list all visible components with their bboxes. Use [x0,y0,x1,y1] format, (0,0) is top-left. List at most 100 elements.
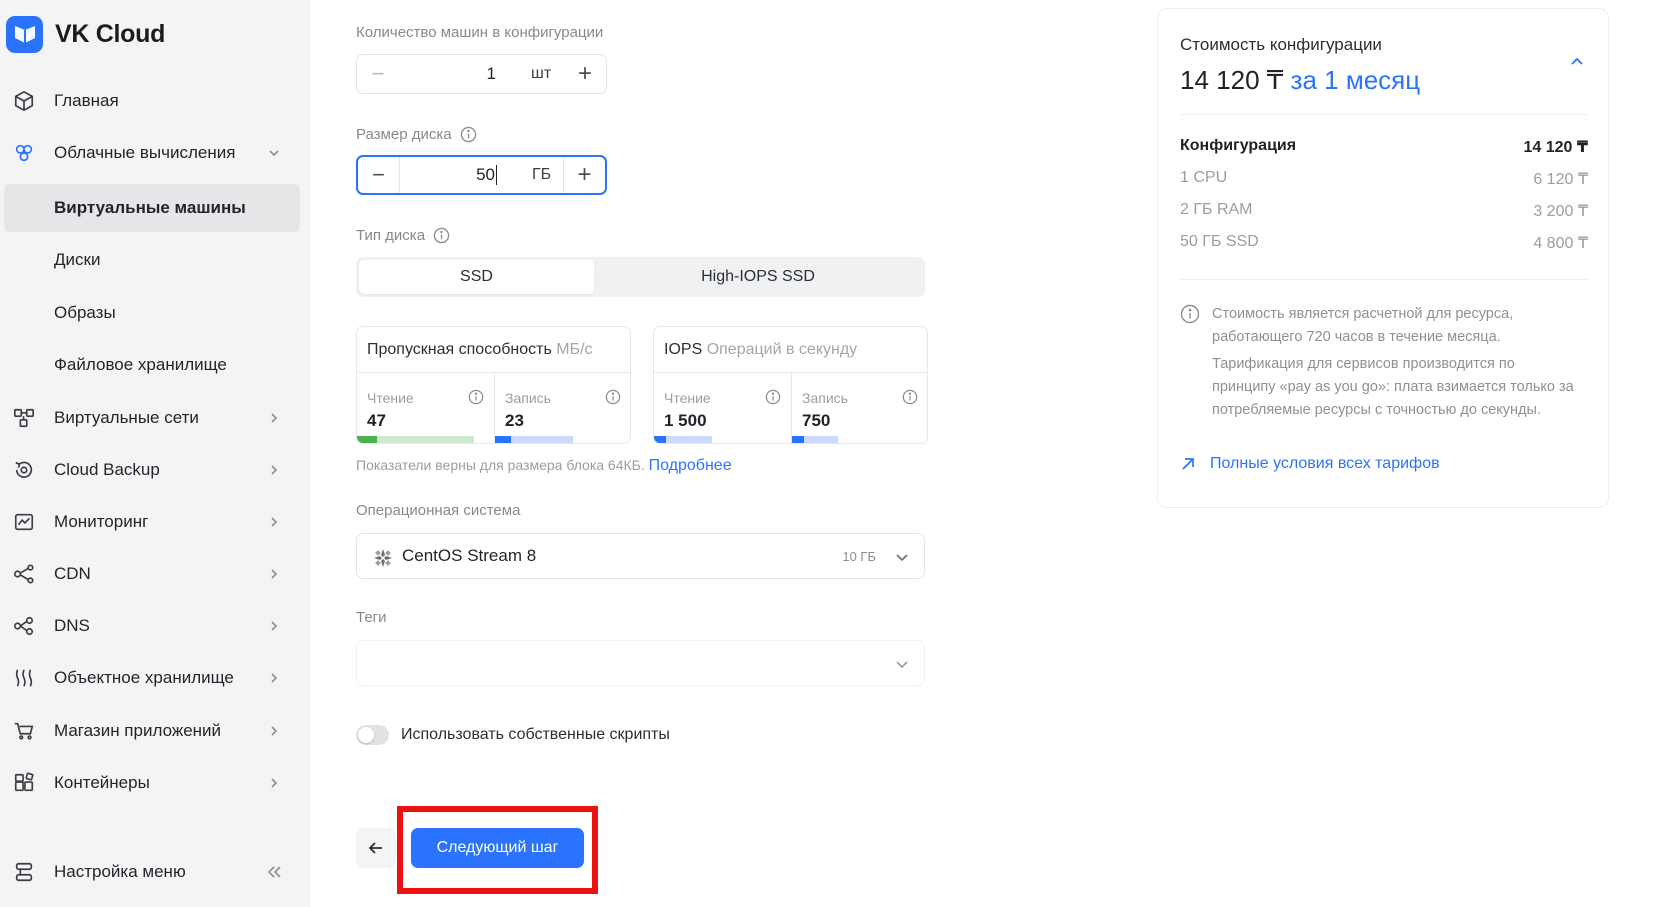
text-cursor [496,165,497,185]
object-storage-icon [13,667,35,689]
disk-type-high-iops-ssd[interactable]: High-IOPS SSD [594,260,922,294]
chevron-right-icon [266,566,282,582]
chevron-right-icon [266,775,282,791]
backup-icon [13,459,35,481]
throughput-title: Пропускная способность МБ/с [367,341,593,358]
info-icon[interactable] [902,389,918,405]
logo[interactable]: VK Cloud [6,14,165,54]
iops-card: IOPS Операций в секунду Чтение 1 500 Зап… [653,326,928,444]
sidebar-item-label: Cloud Backup [54,460,160,479]
machines-unit: шт [531,65,552,82]
sidebar-item-label: Мониторинг [54,512,149,531]
custom-scripts-toggle[interactable] [356,725,389,745]
sidebar-item-object-storage[interactable]: Объектное хранилище [0,654,300,702]
arrow-up-right-icon [1182,458,1194,470]
iops-write-value: 750 [802,411,831,430]
dns-icon [13,615,35,637]
chevron-right-icon [266,618,282,634]
increment-button[interactable]: + [563,157,605,193]
sidebar-item-app-store[interactable]: Магазин приложений [0,707,300,755]
chevron-right-icon [266,723,282,739]
os-label: Операционная система [356,502,521,519]
custom-scripts-label[interactable]: Использовать собственные скрипты [401,725,670,745]
disk-size-stepper[interactable]: − 50 ГБ + [356,155,607,195]
throughput-write: Запись 23 [494,373,630,443]
next-step-button[interactable]: Следующий шаг [411,828,584,868]
sidebar-item-virtual-networks[interactable]: Виртуальные сети [0,394,300,442]
price-info-text-1: Стоимость является расчетной для ресурса… [1212,306,1514,345]
sidebar-item-file-storage[interactable]: Файловое хранилище [0,341,300,389]
full-tariff-terms-link[interactable]: Полные условия всех тарифов [1180,455,1440,473]
sidebar-menu-settings[interactable]: Настройка меню [0,848,300,896]
increment-button[interactable]: + [564,55,606,93]
sidebar-item-label: Файловое хранилище [54,355,227,374]
decrement-button[interactable]: − [358,157,400,193]
vk-cloud-logo-icon [6,15,43,53]
machines-value[interactable]: 1 [487,55,496,93]
info-icon[interactable] [765,389,781,405]
collapse-sidebar-icon[interactable] [264,862,284,882]
back-button[interactable] [356,828,396,868]
cart-icon [13,720,35,742]
sidebar-item-label: Объектное хранилище [54,668,234,687]
sidebar-item-virtual-machines[interactable]: Виртуальные машины [4,184,300,232]
chevron-right-icon [266,670,282,686]
sidebar-item-label: Магазин приложений [54,721,222,740]
machines-stepper[interactable]: − 1 шт + [356,54,607,94]
price-period[interactable]: за 1 месяц [1291,65,1421,95]
price-row-ssd: 50 ГБ SSD 4 800 ₸ [1180,233,1588,252]
info-icon[interactable] [468,389,484,405]
cdn-icon [13,563,35,585]
price-card: Стоимость конфигурации 14 120 ₸ за 1 мес… [1157,8,1609,508]
chevron-down-icon [894,656,910,672]
price-info-text-2: Тарификация для сервисов производится по… [1212,356,1574,418]
sidebar-item-containers[interactable]: Контейнеры [0,759,300,807]
price-title: Стоимость конфигурации [1180,35,1382,54]
containers-icon [13,772,35,794]
sidebar-item-cloud-backup[interactable]: Cloud Backup [0,446,300,494]
sidebar: VK Cloud Главная Облачные вычисления Вир… [0,0,310,907]
info-icon[interactable] [460,126,477,143]
disk-size-label: Размер диска [356,126,477,143]
info-icon [1180,304,1200,324]
sidebar-item-label: DNS [54,616,90,635]
monitoring-icon [13,511,35,533]
sidebar-item-dns[interactable]: DNS [0,602,300,650]
more-info-link[interactable]: Подробнее [649,457,732,474]
info-icon[interactable] [433,227,450,244]
price-row-cpu: 1 CPU 6 120 ₸ [1180,169,1588,188]
sidebar-item-disks[interactable]: Диски [0,236,300,284]
sidebar-item-monitoring[interactable]: Мониторинг [0,498,300,546]
sidebar-item-label: Главная [54,91,119,110]
cube-icon [13,90,35,112]
os-select[interactable]: CentOS Stream 8 10 ГБ [356,533,925,579]
chevron-up-icon[interactable] [1568,53,1586,71]
sidebar-item-label: Образы [54,303,116,322]
chevron-down-icon [266,145,282,161]
cloud-compute-icon [13,142,35,164]
sidebar-item-label: Контейнеры [54,773,150,792]
sidebar-item-home[interactable]: Главная [0,77,300,125]
throughput-write-bar-fill [495,436,511,443]
sidebar-item-images[interactable]: Образы [0,289,300,337]
centos-icon [373,548,393,568]
sidebar-item-label: CDN [54,564,91,583]
decrement-button[interactable]: − [357,55,399,93]
network-icon [13,407,35,429]
info-icon[interactable] [605,389,621,405]
os-value: CentOS Stream 8 [402,546,537,565]
price-row-configuration: Конфигурация 14 120 ₸ [1180,137,1588,156]
chevron-down-icon [894,549,910,565]
iops-read-value: 1 500 [664,411,707,430]
sidebar-item-cdn[interactable]: CDN [0,550,300,598]
machines-label: Количество машин в конфигурации [356,24,604,41]
throughput-write-value: 23 [505,411,524,430]
tags-select[interactable] [356,640,925,686]
disk-size-input[interactable]: 50 [476,157,497,193]
chevron-right-icon [266,514,282,530]
price-row-ram: 2 ГБ RAM 3 200 ₸ [1180,201,1588,220]
sidebar-item-cloud-compute[interactable]: Облачные вычисления [0,129,300,177]
iops-read-bar-fill [654,436,666,443]
disk-type-ssd[interactable]: SSD [359,260,594,294]
throughput-read: Чтение 47 [357,373,494,443]
